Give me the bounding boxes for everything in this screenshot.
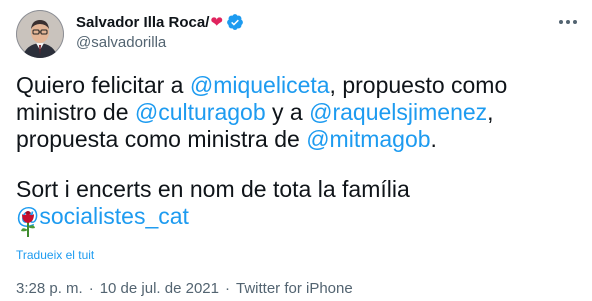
profile-photo <box>16 10 64 58</box>
tweet-time[interactable]: 3:28 p. m. <box>16 280 83 297</box>
mention-culturagob[interactable]: @culturagob <box>135 99 266 125</box>
tweet-date[interactable]: 10 de jul. de 2021 <box>100 280 219 297</box>
mention-mitmagob[interactable]: @mitmagob <box>306 126 430 152</box>
separator: · <box>224 280 230 297</box>
text-segment: Sort i encerts en nom de tota la família <box>16 176 410 202</box>
text-segment: Quiero felicitar a <box>16 72 190 98</box>
text-segment: propuesta como ministra de <box>16 126 307 152</box>
tweet-source[interactable]: Twitter for iPhone <box>236 280 353 297</box>
handle[interactable]: @salvadorilla <box>76 34 244 51</box>
mention-miqueliceta[interactable]: @miqueliceta <box>190 72 330 98</box>
mention-socialistes-cat[interactable]: @socialistes_cat <box>16 203 189 229</box>
more-options-icon[interactable] <box>556 14 580 30</box>
author-block[interactable]: Salvador Illa Roca/ ❤ @salvadorilla <box>76 12 244 51</box>
verified-badge-icon <box>227 14 243 30</box>
heart-emoji: ❤ <box>210 14 223 31</box>
tweet-line-3: propuesta como ministra de @mitmagob. <box>16 126 582 153</box>
mention-raquelsjimenez[interactable]: @raquelsjimenez <box>309 99 487 125</box>
separator: · <box>88 280 94 297</box>
display-name[interactable]: Salvador Illa Roca/ <box>76 14 209 31</box>
text-segment: . <box>430 126 437 152</box>
text-segment: y a <box>265 99 310 125</box>
tweet-line-2: ministro de @culturagob y a @raquelsjime… <box>16 99 582 126</box>
tweet-meta: 3:28 p. m. · 10 de jul. de 2021 · Twitter fo… <box>16 280 353 297</box>
text-segment: ministro de <box>16 99 135 125</box>
name-row[interactable]: Salvador Illa Roca/ ❤ <box>76 12 244 32</box>
avatar[interactable] <box>16 10 64 58</box>
text-segment: , propuesto como <box>329 72 508 98</box>
translate-link[interactable]: Tradueix el tuit <box>16 248 94 262</box>
tweet-text: Quiero felicitar a @miqueliceta, propues… <box>16 72 582 230</box>
tweet-line-1: Quiero felicitar a @miqueliceta, propues… <box>16 72 582 99</box>
rose-icon <box>21 211 35 237</box>
tweet-line-4: Sort i encerts en nom de tota la família… <box>16 176 582 230</box>
text-segment: , <box>487 99 494 125</box>
